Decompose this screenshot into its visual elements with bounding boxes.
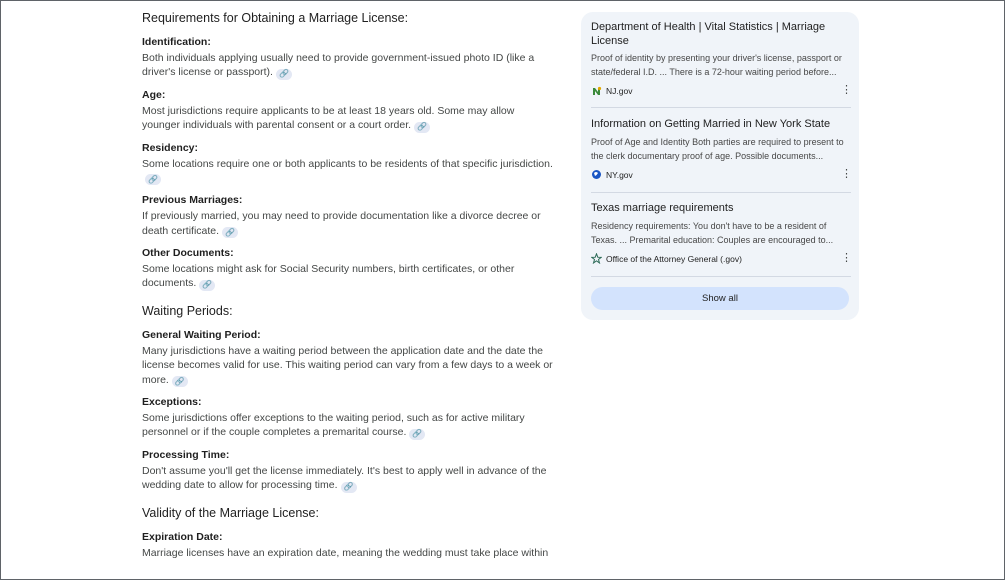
item-title: Age: [142, 88, 166, 101]
item-title: Previous Marriages: [142, 194, 243, 207]
source-link-button[interactable]: 🔗 [414, 121, 431, 133]
link-icon: 🔗 [148, 174, 158, 184]
star-seal-icon [591, 253, 602, 264]
source-link-button[interactable]: 🔗 [171, 376, 188, 388]
more-options-icon[interactable]: ⋮ [841, 251, 852, 265]
list-item: Expiration Date: Marriage licenses have … [142, 530, 554, 560]
source-card-texas[interactable]: Texas marriage requirements Residency re… [591, 202, 851, 266]
more-options-icon[interactable]: ⋮ [841, 83, 852, 97]
item-text: Both individuals applying usually need t… [142, 52, 535, 80]
item-text: Most jurisdictions require applicants to… [142, 104, 515, 133]
link-icon: 🔗 [278, 69, 289, 79]
source-snippet: Residency requirements: You don't have t… [591, 220, 834, 245]
source-snippet: Proof of Age and Identity Both parties a… [591, 136, 844, 161]
item-text: Marriage licenses have an expiration dat… [142, 546, 549, 559]
source-card-ny[interactable]: Information on Getting Married in New Yo… [591, 118, 851, 182]
source-card-nj[interactable]: Department of Health | Vital Statistics … [591, 21, 851, 98]
item-text: Some locations might ask for Social Secu… [142, 263, 515, 291]
divider [591, 107, 851, 108]
item-title: Identification: [142, 36, 211, 48]
item-text: Don't assume you'll get the license imme… [142, 464, 547, 493]
divider [591, 276, 851, 277]
list-item: Age: Most jurisdictions require applican… [142, 88, 554, 133]
item-text: If previously married, you may need to p… [142, 210, 541, 239]
source-site: NJ.gov [591, 84, 851, 98]
source-link-button[interactable]: 🔗 [409, 428, 426, 440]
more-options-icon[interactable]: ⋮ [841, 167, 852, 181]
source-link-button[interactable]: 🔗 [275, 68, 292, 80]
sources-panel: Department of Health | Vital Statistics … [581, 12, 859, 320]
source-site: NY.gov [591, 168, 851, 182]
link-icon: 🔗 [174, 376, 185, 386]
show-all-button[interactable]: Show all [591, 287, 849, 310]
list-item: Identification: Both individuals applyin… [142, 35, 554, 80]
item-title: Expiration Date: [142, 530, 223, 543]
answer-content: Requirements for Obtaining a Marriage Li… [142, 10, 554, 568]
item-text: Some locations require one or both appli… [142, 157, 553, 186]
source-link-button[interactable]: 🔗 [145, 174, 161, 186]
item-text: Many jurisdictions have a waiting period… [142, 344, 553, 388]
list-item: Processing Time: Don't assume you'll get… [142, 448, 554, 493]
list-item: General Waiting Period: Many jurisdictio… [142, 328, 554, 388]
list-item: Other Documents: Some locations might as… [142, 246, 554, 291]
divider [591, 192, 851, 193]
section-title-validity: Validity of the Marriage License: [142, 505, 319, 520]
item-title: Residency: [142, 141, 199, 154]
globe-icon [591, 169, 602, 180]
link-icon: 🔗 [225, 227, 236, 237]
source-title[interactable]: Information on Getting Married in New Yo… [591, 118, 851, 132]
item-title: Other Documents: [142, 247, 234, 260]
source-site: Office of the Attorney General (.gov) [591, 252, 851, 266]
nj-seal-icon [591, 86, 602, 97]
list-item: Exceptions: Some jurisdictions offer exc… [142, 395, 554, 440]
list-item: Previous Marriages: If previously marrie… [142, 193, 554, 239]
link-icon: 🔗 [412, 429, 423, 439]
item-text: Some jurisdictions offer exceptions to t… [142, 412, 525, 440]
source-snippet: Proof of identity by presenting your dri… [591, 53, 842, 77]
link-icon: 🔗 [202, 280, 213, 290]
item-title: Exceptions: [142, 396, 202, 409]
source-link-button[interactable]: 🔗 [340, 481, 357, 493]
source-title[interactable]: Department of Health | Vital Statistics … [591, 21, 851, 48]
list-item: Residency: Some locations require one or… [142, 141, 554, 186]
section-title-requirements: Requirements for Obtaining a Marriage Li… [142, 11, 409, 25]
source-link-button[interactable]: 🔗 [222, 227, 239, 239]
link-icon: 🔗 [343, 482, 354, 492]
section-title-waiting: Waiting Periods: [142, 303, 233, 318]
item-title: General Waiting Period: [142, 328, 261, 341]
link-icon: 🔗 [417, 122, 428, 132]
source-link-button[interactable]: 🔗 [199, 279, 216, 291]
item-title: Processing Time: [142, 448, 230, 461]
source-title[interactable]: Texas marriage requirements [591, 202, 851, 216]
